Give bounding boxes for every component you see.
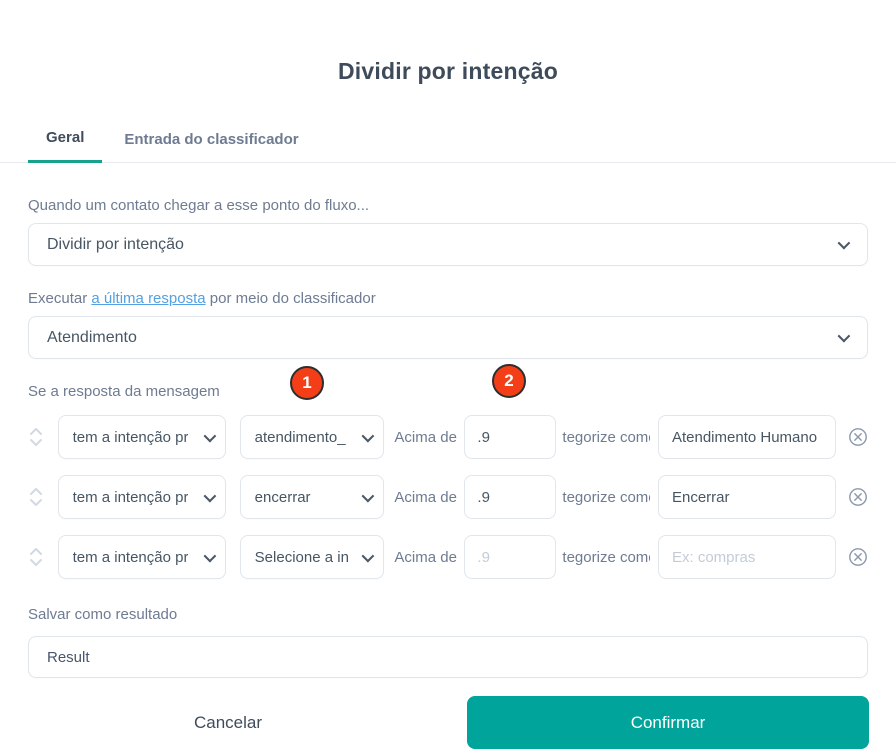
above-label: Acima de <box>394 429 452 446</box>
execute-suffix: por meio do classificador <box>206 290 376 307</box>
conditions-label: Se a resposta da mensagem <box>28 382 868 402</box>
intent-select[interactable]: encerrar <box>240 475 385 519</box>
categorize-label: tegorize como: <box>562 549 650 566</box>
tab-bar: Geral Entrada do classificador <box>0 129 896 163</box>
cancel-button[interactable]: Cancelar <box>28 713 428 733</box>
categorize-label: tegorize como: <box>562 489 650 506</box>
chevron-down-icon <box>203 549 216 562</box>
dialog-content: Quando um contato chegar a esse ponto do… <box>0 196 896 678</box>
chevron-down-icon <box>362 429 375 442</box>
confirm-button[interactable]: Confirmar <box>467 696 869 749</box>
score-input[interactable] <box>464 535 556 579</box>
drag-handle-icon[interactable] <box>28 546 44 568</box>
category-input[interactable] <box>658 475 836 519</box>
classifier-select[interactable]: Atendimento <box>28 316 868 359</box>
remove-circle-icon[interactable] <box>848 427 868 447</box>
chevron-down-icon <box>838 330 851 343</box>
chevron-down-icon <box>362 489 375 502</box>
annotation-badge-2: 2 <box>492 364 526 398</box>
condition-rows: tem a intenção pr atendimento_ Acima de … <box>28 415 868 579</box>
chevron-down-icon <box>362 549 375 562</box>
drag-handle-icon[interactable] <box>28 426 44 448</box>
action-select[interactable]: Dividir por intenção <box>28 223 868 266</box>
condition-type-value: tem a intenção pr <box>73 549 189 566</box>
chevron-down-icon <box>203 429 216 442</box>
condition-row: tem a intenção pr atendimento_ Acima de … <box>28 415 868 459</box>
categorize-label: tegorize como: <box>562 429 650 446</box>
remove-circle-icon[interactable] <box>848 487 868 507</box>
condition-row: tem a intenção pr encerrar Acima de tego… <box>28 475 868 519</box>
drag-handle-icon[interactable] <box>28 486 44 508</box>
category-input[interactable] <box>658 415 836 459</box>
save-result-label: Salvar como resultado <box>28 605 868 625</box>
category-input[interactable] <box>658 535 836 579</box>
condition-type-select[interactable]: tem a intenção pr <box>58 475 226 519</box>
intent-value: encerrar <box>255 489 311 506</box>
condition-type-value: tem a intenção pr <box>73 429 189 446</box>
dialog-footer: Cancelar Confirmar <box>0 696 896 749</box>
when-label: Quando um contato chegar a esse ponto do… <box>28 196 868 216</box>
save-result-input[interactable] <box>28 636 868 678</box>
intent-select[interactable]: atendimento_ <box>240 415 385 459</box>
condition-type-value: tem a intenção pr <box>73 489 189 506</box>
annotation-badge-1: 1 <box>290 366 324 400</box>
above-label: Acima de <box>394 549 452 566</box>
remove-circle-icon[interactable] <box>848 547 868 567</box>
action-select-value: Dividir por intenção <box>47 236 184 254</box>
split-by-intent-dialog: Dividir por intenção Geral Entrada do cl… <box>0 0 896 755</box>
last-response-link[interactable]: a última resposta <box>91 290 205 307</box>
intent-value: atendimento_ <box>255 429 346 446</box>
execute-prefix: Executar <box>28 290 91 307</box>
intent-select[interactable]: Selecione a in <box>240 535 385 579</box>
chevron-down-icon <box>838 237 851 250</box>
execute-label: Executar a última resposta por meio do c… <box>28 289 868 309</box>
above-label: Acima de <box>394 489 452 506</box>
condition-type-select[interactable]: tem a intenção pr <box>58 535 226 579</box>
score-input[interactable] <box>464 475 556 519</box>
intent-value: Selecione a in <box>255 549 349 566</box>
page-title: Dividir por intenção <box>0 0 896 85</box>
condition-row: tem a intenção pr Selecione a in Acima d… <box>28 535 868 579</box>
condition-type-select[interactable]: tem a intenção pr <box>58 415 226 459</box>
tab-geral[interactable]: Geral <box>28 129 102 163</box>
classifier-select-value: Atendimento <box>47 329 137 347</box>
score-input[interactable] <box>464 415 556 459</box>
chevron-down-icon <box>203 489 216 502</box>
tab-entrada-classificador[interactable]: Entrada do classificador <box>124 131 298 162</box>
